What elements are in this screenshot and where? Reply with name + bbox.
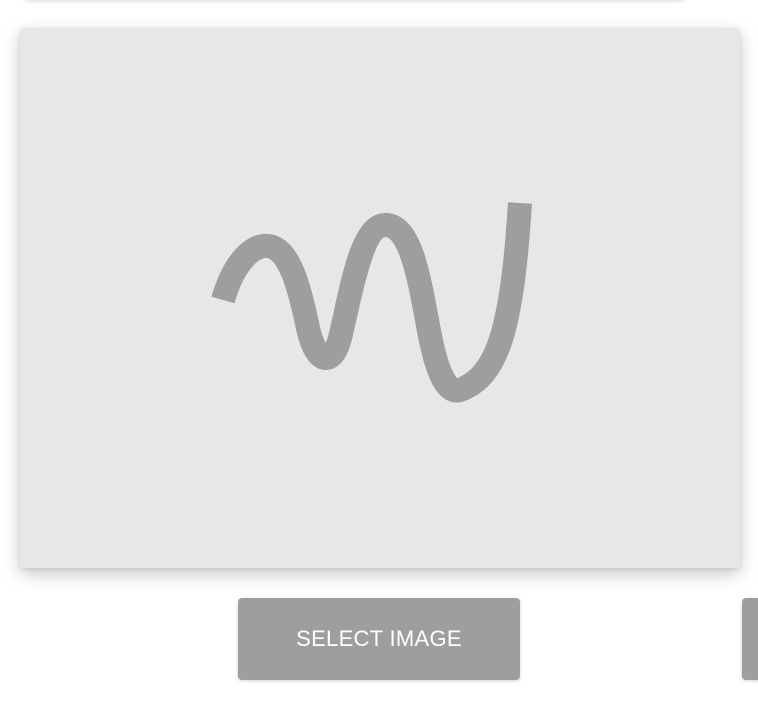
- image-placeholder-card: [20, 28, 740, 568]
- next-button-edge[interactable]: [742, 598, 758, 680]
- select-image-button[interactable]: SELECT IMAGE: [238, 598, 520, 680]
- squiggle-placeholder-icon: [211, 202, 532, 403]
